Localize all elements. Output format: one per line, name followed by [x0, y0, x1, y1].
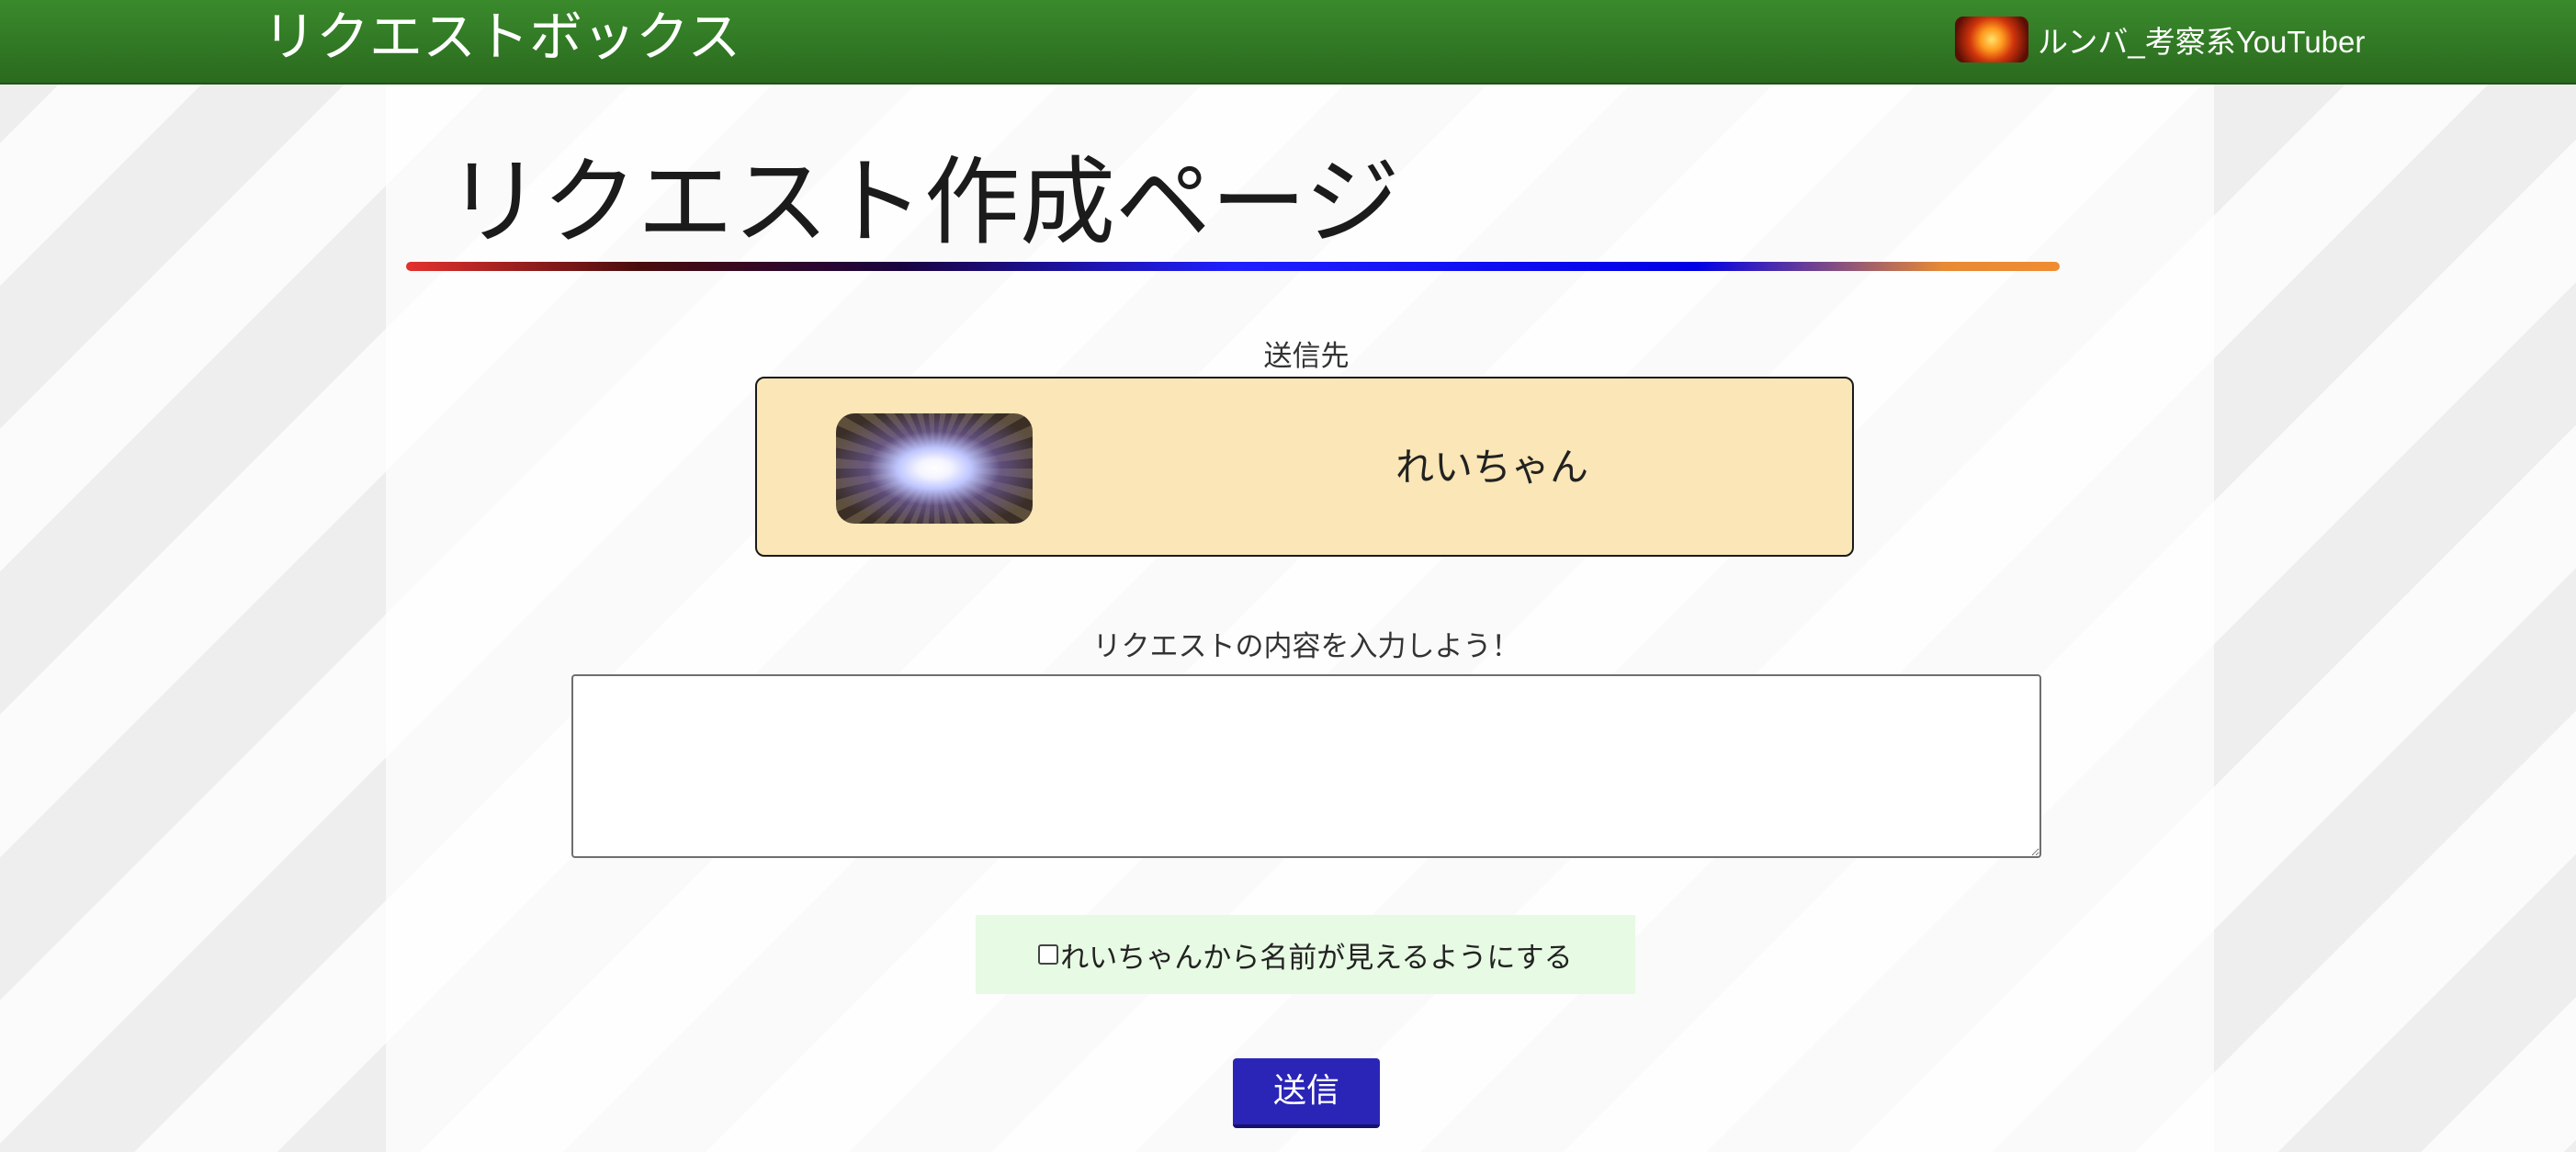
request-textarea[interactable] [571, 674, 2041, 858]
site-title[interactable]: リクエストボックス [263, 4, 740, 70]
user-avatar[interactable] [1955, 17, 2028, 62]
user-menu[interactable]: ルンバ_考察系YouTuber [1955, 17, 2365, 62]
recipient-card: れいちゃん [755, 377, 1854, 557]
app-header: リクエストボックス ルンバ_考察系YouTuber [0, 0, 2576, 85]
submit-button[interactable]: 送信 [1233, 1058, 1380, 1128]
show-name-checkbox-label[interactable]: れいちゃんから名前が見えるようにする [1060, 934, 1572, 976]
request-label: リクエストの内容を入力しよう！ [1092, 630, 1520, 663]
recipient-name: れいちゃん [1395, 445, 1588, 490]
user-name[interactable]: ルンバ_考察系YouTuber [2038, 17, 2365, 62]
recipient-avatar [836, 413, 1033, 524]
show-name-checkbox[interactable] [1038, 944, 1059, 965]
show-name-option[interactable]: れいちゃんから名前が見えるようにする [976, 915, 1635, 994]
page-title: リクエスト作成ページ [446, 146, 1400, 258]
title-underline [406, 262, 2060, 271]
recipient-label: 送信先 [1263, 340, 1350, 373]
